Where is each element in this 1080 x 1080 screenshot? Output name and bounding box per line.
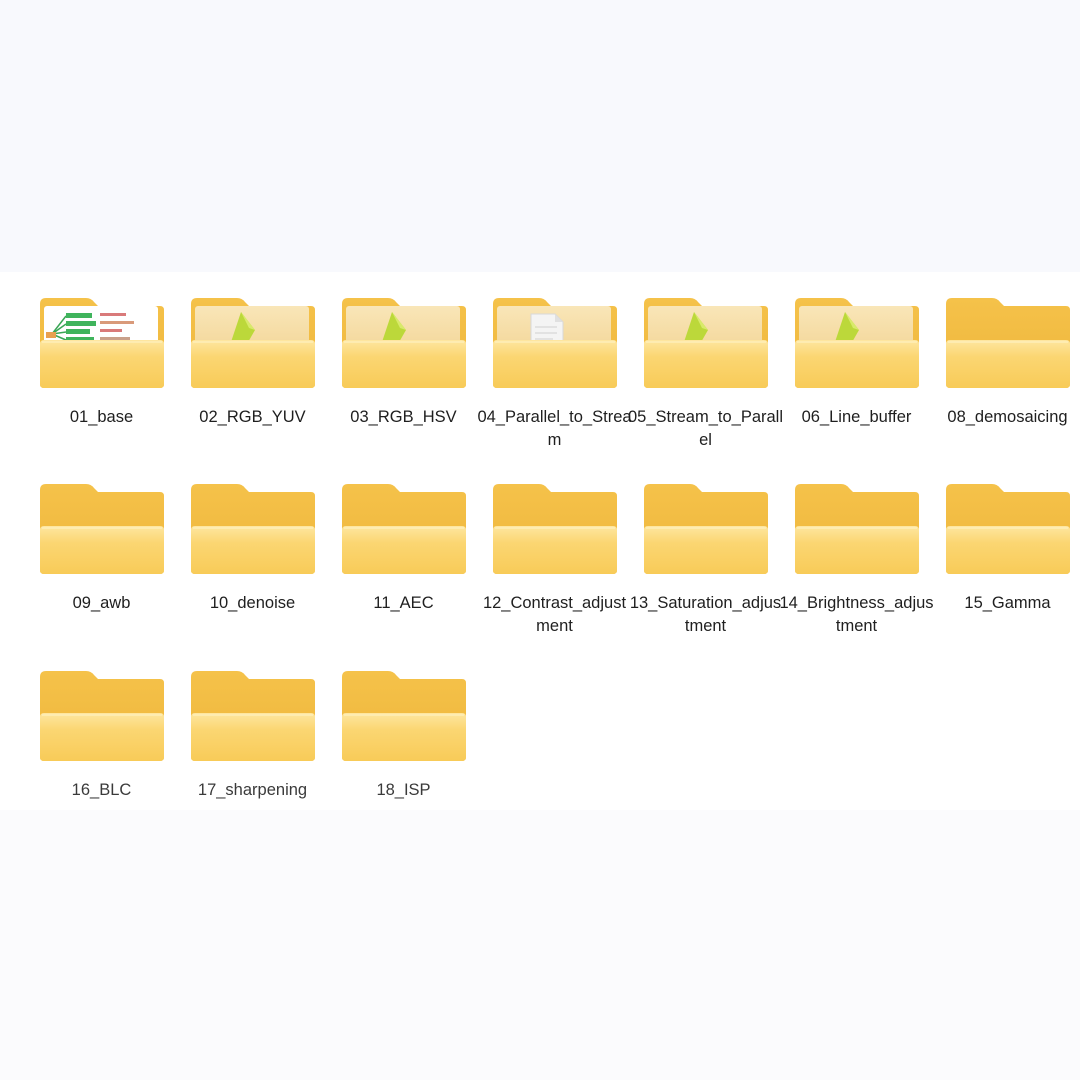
folder-09-awb[interactable]: 09_awb [26, 480, 177, 650]
folder-icon [342, 671, 466, 761]
folder-name: 18_ISP [376, 781, 431, 799]
folder-name: 01_base [69, 408, 134, 426]
folder-icon [946, 298, 1070, 388]
file-explorer-view: 01_base 02_RGB_YUV 03_RGB_HSV 04_Paralle… [0, 272, 1080, 810]
folder-icon [644, 298, 768, 388]
folder-name: 16_BLC [71, 781, 132, 799]
folder-name: 03_RGB_HSV [350, 408, 457, 426]
folder-icon [493, 484, 617, 574]
folder-name: 05_Stream_to_Parallel [628, 408, 784, 449]
folder-name: 02_RGB_YUV [199, 408, 306, 426]
folder-icon [342, 484, 466, 574]
folder-icon [191, 484, 315, 574]
folder-name: 06_Line_buffer [801, 408, 912, 426]
folder-05-stream-to-parallel[interactable]: 05_Stream_to_Parallel [628, 294, 784, 464]
folder-icon [795, 298, 919, 388]
bottom-background [0, 810, 1080, 1080]
top-background [0, 0, 1080, 272]
folder-icon [40, 484, 164, 574]
folder-icon [342, 298, 466, 388]
folder-08-demosaicing[interactable]: 08_demosaicing [932, 294, 1080, 464]
folder-12-contrast-adjustment[interactable]: 12_Contrast_adjustment [479, 480, 630, 650]
folder-01-base[interactable]: 01_base [26, 294, 177, 464]
folder-name: 10_denoise [209, 594, 296, 612]
folder-10-denoise[interactable]: 10_denoise [177, 480, 328, 650]
folder-icon [40, 298, 164, 388]
folder-13-saturation-adjustment[interactable]: 13_Saturation_adjustment [630, 480, 781, 650]
folder-name: 08_demosaicing [947, 408, 1068, 426]
folder-icon [191, 671, 315, 761]
folder-03-rgb-hsv[interactable]: 03_RGB_HSV [328, 294, 479, 464]
folder-icon [493, 298, 617, 388]
folder-name: 17_sharpening [197, 781, 308, 799]
folder-02-rgb-yuv[interactable]: 02_RGB_YUV [177, 294, 328, 464]
folder-06-line-buffer[interactable]: 06_Line_buffer [781, 294, 932, 464]
folder-15-gamma[interactable]: 15_Gamma [932, 480, 1080, 650]
folder-14-brightness-adjustment[interactable]: 14_Brightness_adjustment [779, 480, 934, 650]
folder-name: 13_Saturation_adjustment [629, 594, 782, 635]
folder-name: 04_Parallel_to_Stream [477, 408, 632, 449]
folder-icon [795, 484, 919, 574]
folder-name: 09_awb [72, 594, 131, 612]
folder-04-parallel-to-stream[interactable]: 04_Parallel_to_Stream [477, 294, 632, 464]
folder-11-aec[interactable]: 11_AEC [328, 480, 479, 650]
folder-icon [946, 484, 1070, 574]
folder-name: 14_Brightness_adjustment [779, 594, 934, 635]
folder-icon [644, 484, 768, 574]
folder-icon [191, 298, 315, 388]
folder-icon [40, 671, 164, 761]
folder-name: 12_Contrast_adjustment [482, 594, 627, 635]
folder-name: 15_Gamma [964, 594, 1051, 612]
folder-name: 11_AEC [373, 594, 434, 612]
